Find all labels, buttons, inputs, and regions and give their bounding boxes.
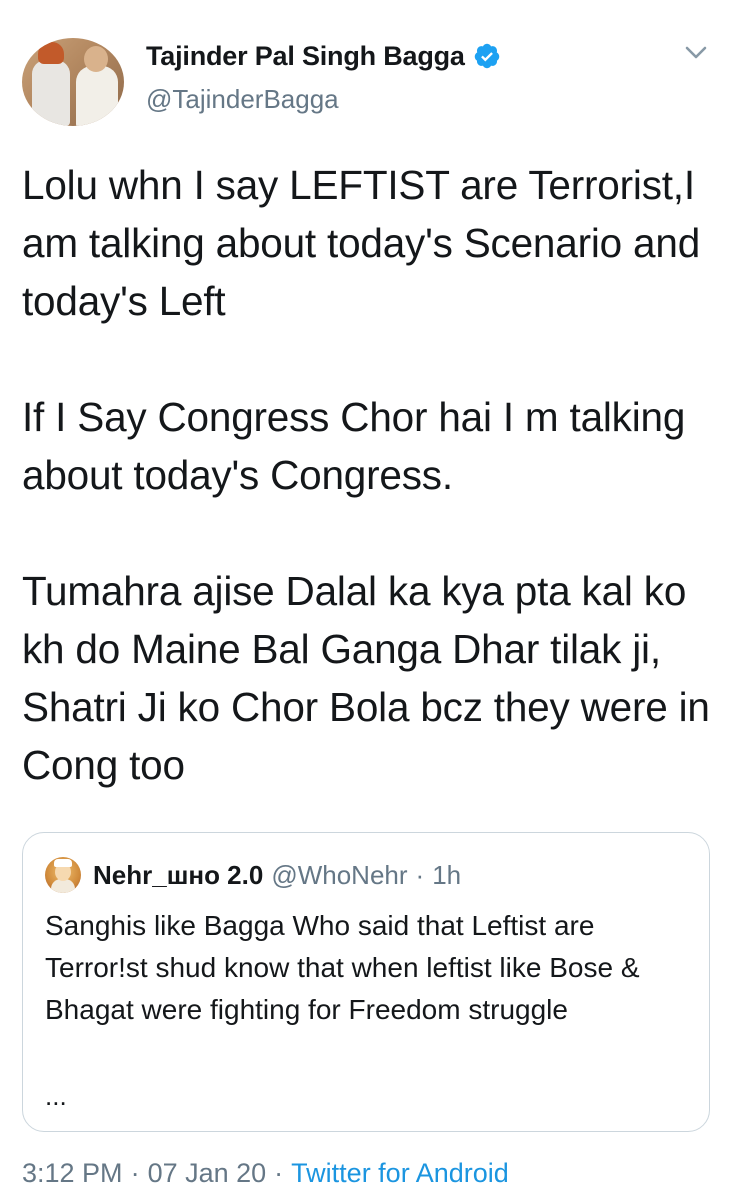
tweet-time[interactable]: 3:12 PM xyxy=(22,1158,123,1189)
tweet-source-link[interactable]: Twitter for Android xyxy=(291,1158,509,1189)
quoted-tweet-header: Nehr_шно 2.0 @WhoNehr · 1h xyxy=(45,857,461,893)
author-handle[interactable]: @TajinderBagga xyxy=(146,84,339,115)
quoted-tweet-ellipsis: ... xyxy=(45,1081,67,1111)
tweet-card: Tajinder Pal Singh Bagga @TajinderBagga … xyxy=(0,0,732,1200)
tweet-paragraph: Lolu whn I say LEFTIST are Terrorist,I a… xyxy=(22,162,701,324)
quoted-separator: · xyxy=(415,859,425,890)
quoted-author-name: Nehr_шно 2.0 xyxy=(93,859,264,890)
tweet-meta: 3:12 PM · 07 Jan 20 · Twitter for Androi… xyxy=(22,1158,509,1189)
tweet-text: Lolu whn I say LEFTIST are Terrorist,I a… xyxy=(22,156,722,794)
quoted-author-avatar xyxy=(45,857,81,893)
author-name-row[interactable]: Tajinder Pal Singh Bagga xyxy=(146,38,501,74)
chevron-down-icon[interactable] xyxy=(676,38,716,68)
tweet-paragraph: If I Say Congress Chor hai I m talking a… xyxy=(22,394,686,498)
quoted-tweet-text: Sanghis like Bagga Who said that Leftist… xyxy=(45,910,640,1025)
author-avatar[interactable] xyxy=(22,38,124,126)
tweet-date[interactable]: 07 Jan 20 xyxy=(148,1158,267,1189)
verified-badge-icon xyxy=(474,43,500,69)
meta-separator: · xyxy=(274,1158,284,1188)
quoted-tweet[interactable]: Nehr_шно 2.0 @WhoNehr · 1h Sanghis like … xyxy=(22,832,710,1132)
quoted-author-handle: @WhoNehr xyxy=(271,859,408,890)
meta-separator: · xyxy=(130,1158,140,1188)
quoted-timestamp: 1h xyxy=(432,859,462,890)
author-name[interactable]: Tajinder Pal Singh Bagga xyxy=(146,41,465,72)
tweet-paragraph: Tumahra ajise Dalal ka kya pta kal ko kh… xyxy=(22,568,710,788)
